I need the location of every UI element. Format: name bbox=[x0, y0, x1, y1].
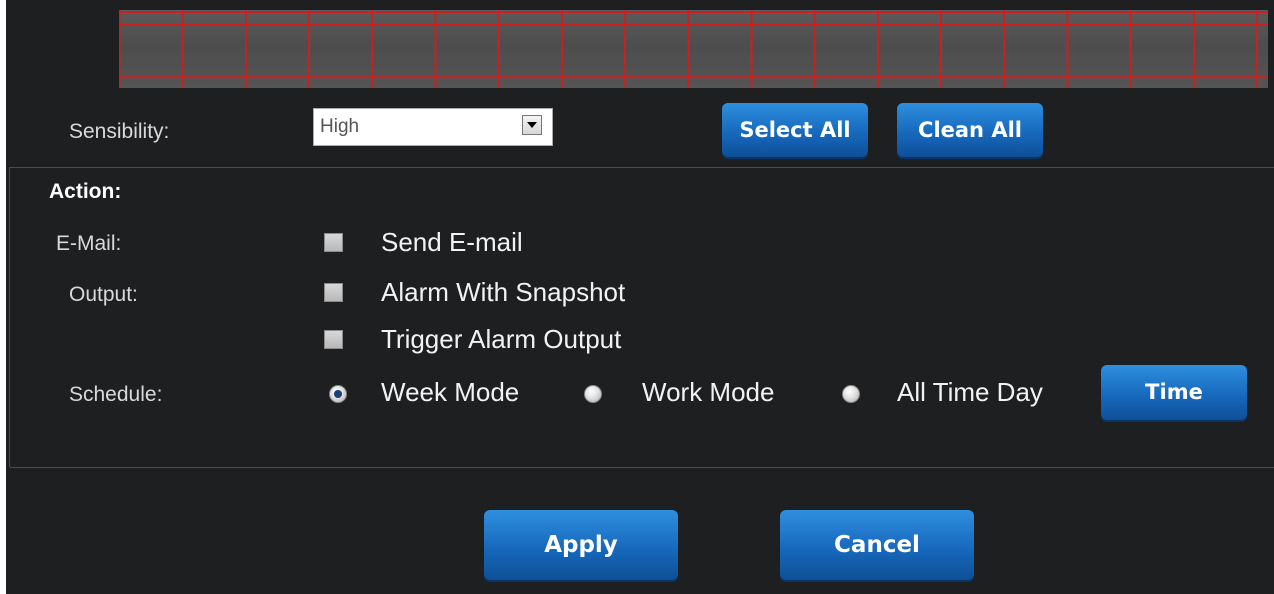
all-time-day-radio[interactable] bbox=[842, 385, 860, 403]
time-button[interactable]: Time bbox=[1101, 365, 1247, 420]
send-email-checkbox[interactable] bbox=[324, 233, 343, 252]
sensibility-select[interactable]: High bbox=[313, 108, 553, 146]
sensibility-label: Sensibility: bbox=[69, 120, 170, 143]
select-all-button[interactable]: Select All bbox=[722, 103, 868, 157]
trigger-alarm-output-checkbox[interactable] bbox=[324, 330, 343, 349]
schedule-label: Schedule: bbox=[69, 383, 163, 406]
sensibility-selected-value: High bbox=[320, 116, 360, 137]
email-label: E-Mail: bbox=[56, 232, 122, 255]
week-mode-label: Week Mode bbox=[381, 377, 520, 407]
action-box-border bbox=[9, 167, 10, 467]
dropdown-arrow-icon[interactable] bbox=[522, 115, 542, 135]
motion-grid-lines bbox=[119, 10, 1268, 88]
week-mode-radio[interactable] bbox=[329, 385, 347, 403]
send-email-label: Send E-mail bbox=[381, 227, 523, 257]
section-divider-top bbox=[10, 167, 1274, 168]
cancel-button[interactable]: Cancel bbox=[780, 510, 974, 580]
section-divider-bottom bbox=[10, 467, 1274, 468]
action-heading: Action: bbox=[49, 180, 122, 203]
apply-button[interactable]: Apply bbox=[484, 510, 678, 580]
work-mode-radio[interactable] bbox=[584, 385, 602, 403]
output-label: Output: bbox=[69, 283, 138, 306]
trigger-alarm-output-label: Trigger Alarm Output bbox=[381, 324, 622, 354]
alarm-with-snapshot-label: Alarm With Snapshot bbox=[381, 277, 626, 307]
clean-all-button[interactable]: Clean All bbox=[897, 103, 1043, 157]
motion-detection-grid[interactable] bbox=[119, 10, 1268, 88]
alarm-with-snapshot-checkbox[interactable] bbox=[324, 283, 343, 302]
all-time-day-label: All Time Day bbox=[897, 377, 1043, 407]
alarm-settings-panel bbox=[6, 0, 1274, 594]
work-mode-label: Work Mode bbox=[642, 377, 775, 407]
